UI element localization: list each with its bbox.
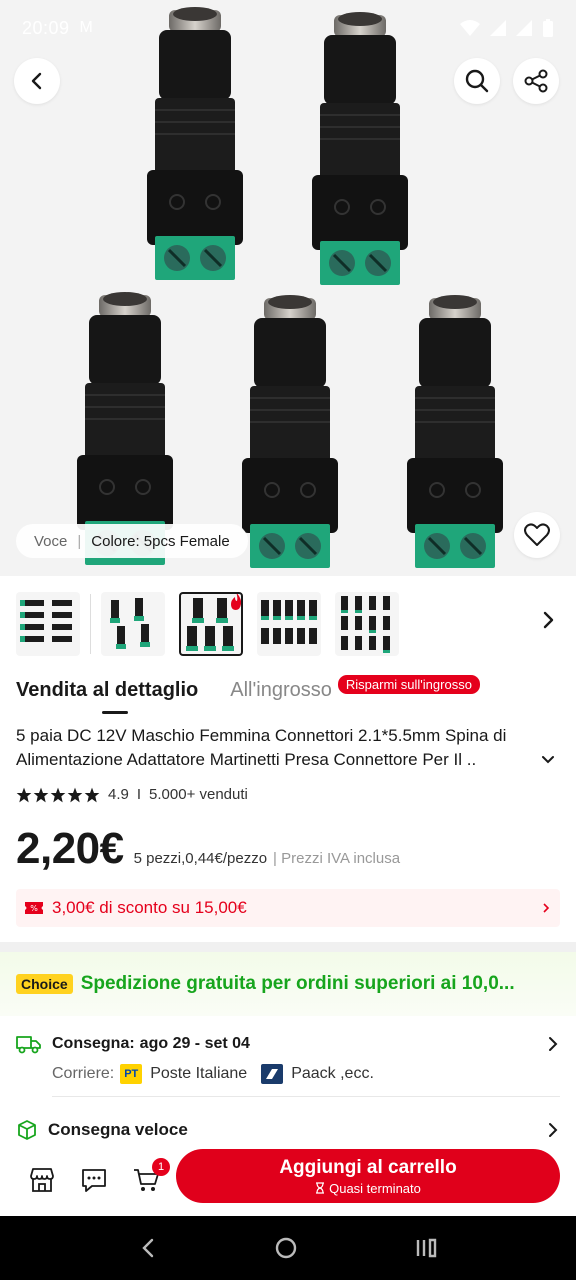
delivery-divider [52, 1096, 560, 1097]
search-button[interactable] [454, 58, 500, 104]
nav-home-icon[interactable] [274, 1236, 298, 1260]
signal-icon [490, 20, 506, 36]
star-icon [67, 787, 83, 802]
chat-icon [82, 1169, 106, 1192]
variant-label: Voce [34, 532, 68, 550]
choice-shipping-banner[interactable]: Choice Spedizione gratuita per ordini su… [0, 952, 576, 1016]
hourglass-icon [316, 1182, 325, 1194]
delivery-section[interactable]: Consegna: ago 29 - set 04 Corriere: PT P… [16, 1030, 560, 1097]
add-to-cart-button[interactable]: Aggiungi al carrello Quasi terminato [176, 1149, 560, 1203]
thumbnail-divider [90, 594, 91, 654]
coupon-banner[interactable]: % 3,00€ di sconto su 15,00€ [16, 889, 560, 927]
status-time: 20:09 [22, 17, 70, 38]
rating-value: 4.9 [108, 786, 129, 803]
paack-icon [266, 1069, 279, 1079]
bottom-action-bar: 1 Aggiungi al carrello Quasi terminato [0, 1144, 576, 1216]
rating-row[interactable]: 4.9 I 5.000+ venduti [16, 786, 248, 803]
star-icon [84, 787, 100, 802]
chevron-right-icon [549, 1037, 558, 1051]
tab-retail[interactable]: Vendita al dettaglio [16, 679, 198, 714]
share-icon [524, 69, 548, 93]
stock-note-text: Quasi terminato [329, 1180, 421, 1196]
unit-price: 5 pezzi,0,44€/pezzo [133, 850, 268, 867]
thumbnail-4[interactable] [257, 592, 321, 656]
message-button[interactable] [68, 1154, 120, 1206]
poste-italiane-logo: PT [120, 1064, 143, 1084]
wholesale-savings-badge: Risparmi sull'ingrosso [337, 674, 480, 694]
variant-selector[interactable]: Voce | Colore: 5pcs Female [16, 524, 248, 558]
carrier-2: Paack ,ecc. [291, 1065, 374, 1082]
nav-back-icon[interactable] [138, 1236, 158, 1260]
box-icon [18, 1120, 36, 1140]
wifi-icon [460, 20, 480, 36]
thumbnail-strip [16, 592, 576, 656]
star-icon [33, 787, 49, 802]
expand-title-icon[interactable] [540, 752, 556, 768]
fast-delivery-row[interactable]: Consegna veloce [16, 1116, 560, 1144]
delivery-dates: ago 29 - set 04 [139, 1035, 250, 1052]
back-button[interactable] [14, 58, 60, 104]
free-shipping-text: Spedizione gratuita per ordini superiori… [80, 973, 515, 994]
variant-value: Colore: 5pcs Female [91, 532, 230, 550]
star-icon [16, 787, 32, 802]
signal-2-icon [516, 20, 532, 36]
star-rating [16, 787, 100, 803]
rating-separator: I [136, 786, 142, 803]
carrier-line: Corriere: PT Poste Italiane Paack ,ecc. [52, 1064, 560, 1084]
truck-icon [16, 1036, 41, 1054]
chevron-right-icon [549, 1123, 558, 1137]
svg-text:%: % [30, 904, 38, 913]
cart-button[interactable]: 1 [120, 1154, 172, 1206]
chevron-right-icon[interactable] [540, 610, 556, 630]
sold-count: 5.000+ venduti [149, 786, 248, 803]
purchase-mode-tabs: Vendita al dettaglio All'ingrosso Rispar… [16, 672, 560, 714]
thumbnail-image [261, 600, 317, 644]
thumbnail-3-selected[interactable] [179, 592, 243, 656]
thumbnail-image [110, 598, 150, 649]
thumbnail-image [20, 600, 72, 642]
nav-recents-icon[interactable] [414, 1236, 438, 1260]
thumbnail-1[interactable] [16, 592, 80, 656]
status-icons [460, 19, 554, 37]
coupon-text: 3,00€ di sconto su 15,00€ [52, 898, 247, 917]
mail-icon: M [79, 19, 93, 36]
variant-separator: | [77, 532, 82, 550]
thumbnail-image [341, 596, 390, 653]
carrier-1: Poste Italiane [150, 1065, 248, 1082]
paack-logo [261, 1064, 284, 1084]
tab-wholesale[interactable]: All'ingrosso [230, 679, 332, 702]
wishlist-button[interactable] [514, 512, 560, 558]
stock-note: Quasi terminato [315, 1181, 421, 1196]
search-icon [465, 69, 489, 93]
product-page: 20:09 M Voce | Colore: 5pcs Female Vendi… [0, 0, 576, 1280]
section-divider [0, 942, 576, 952]
product-title: 5 paia DC 12V Maschio Femmina Connettori… [16, 726, 507, 769]
share-button[interactable] [513, 58, 559, 104]
delivery-line: Consegna: ago 29 - set 04 [16, 1030, 560, 1058]
status-bar: 20:09 M [0, 0, 576, 56]
delivery-label: Consegna: [52, 1035, 135, 1052]
fast-delivery-label: Consegna veloce [48, 1120, 188, 1139]
price: 2,20€ [16, 824, 124, 873]
hot-flame-icon [231, 594, 241, 610]
price-row: 2,20€ 5 pezzi,0,44€/pezzo | Prezzi IVA i… [16, 824, 400, 874]
choice-badge: Choice [16, 974, 73, 994]
carrier-label: Corriere: [52, 1065, 115, 1082]
chevron-left-icon [31, 72, 42, 90]
store-button[interactable] [16, 1154, 68, 1206]
star-icon [50, 787, 66, 802]
system-nav-bar [0, 1216, 576, 1280]
battery-icon [543, 19, 553, 37]
thumbnail-5[interactable] [335, 592, 399, 656]
chevron-right-icon [543, 903, 550, 913]
coupon-icon: % [25, 902, 43, 914]
vat-note: | Prezzi IVA inclusa [273, 850, 401, 867]
product-image[interactable]: 20:09 M Voce | Colore: 5pcs Female [0, 0, 576, 576]
store-icon [30, 1168, 54, 1192]
add-to-cart-label: Aggiungi al carrello [279, 1156, 457, 1178]
cart-count-badge: 1 [152, 1158, 170, 1176]
heart-icon [524, 523, 550, 546]
thumbnail-2[interactable] [101, 592, 165, 656]
